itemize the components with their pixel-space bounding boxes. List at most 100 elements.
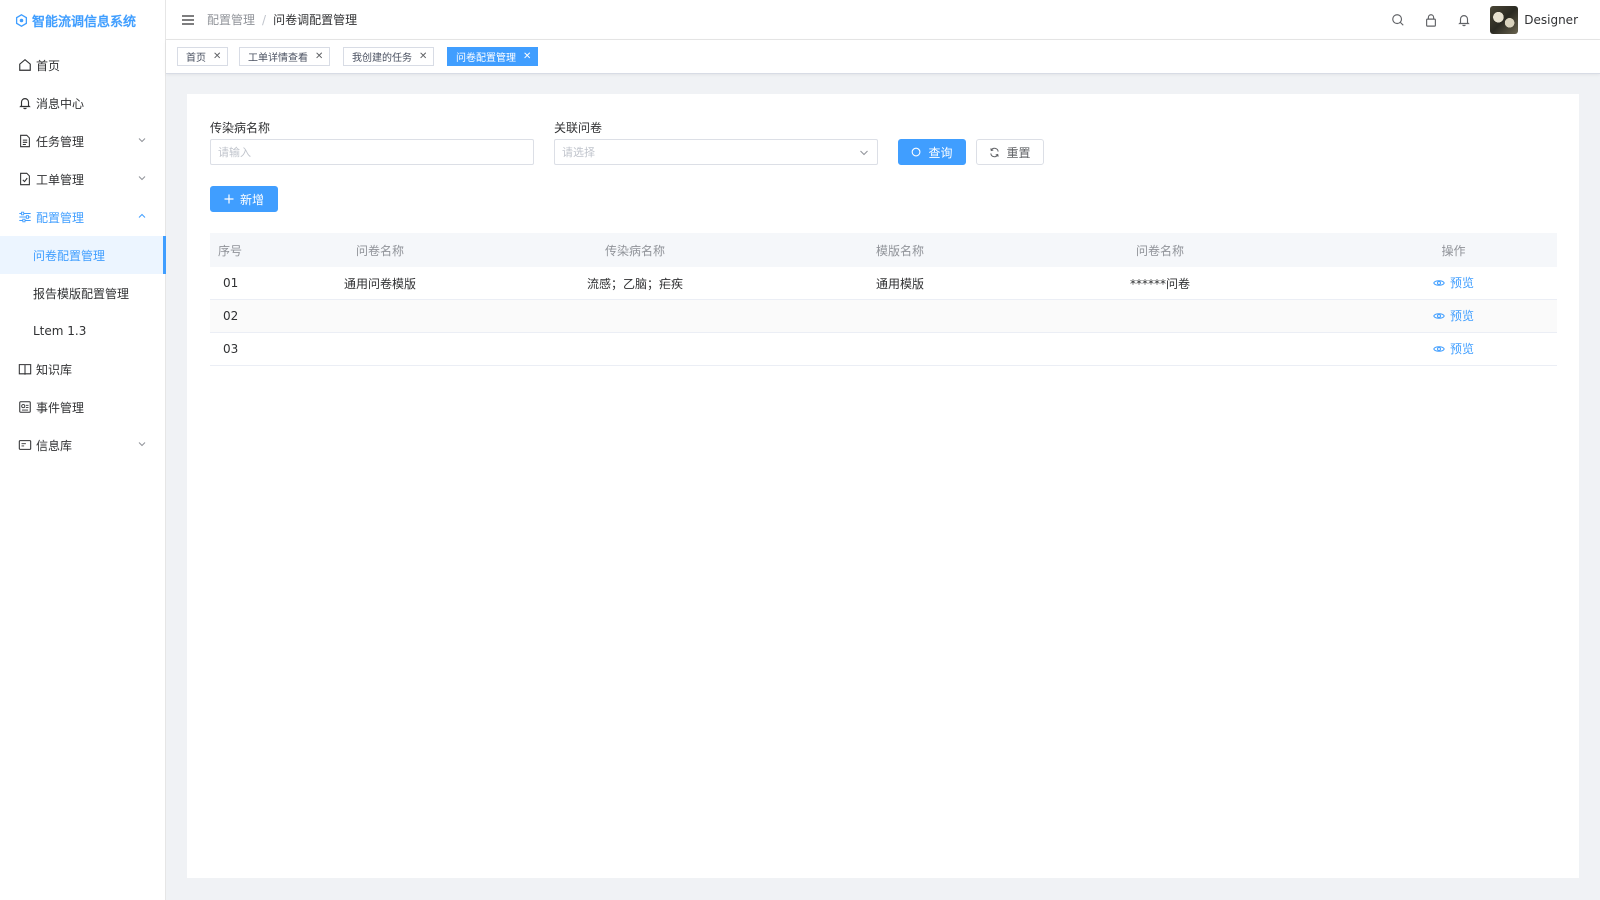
refresh-icon [990,147,1000,157]
column-header-linked-questionnaire: 问卷名称 [1135,243,1184,258]
sidebar-item-label: 配置管理 [36,210,85,225]
questionnaire-placeholder: 请选择 [562,146,595,159]
sidebar-item-infobase[interactable]: 信息库 [0,426,165,464]
preview-label: 预览 [1449,276,1474,291]
tag-home[interactable]: 首页 ✕ [177,47,229,66]
add-button[interactable]: 新增 [210,186,278,212]
preview-label: 预览 [1449,309,1474,324]
book-icon [18,362,32,376]
sidebar-item-home[interactable]: 首页 [0,46,165,84]
search-icon[interactable] [1391,13,1405,27]
top-header: 配置管理 / 问卷调配置管理 Designer [166,0,1600,40]
bell-icon [18,96,32,110]
tag-label: 我创建的任务 [352,53,412,64]
row-linked-questionnaire: ******问卷 [1129,276,1190,291]
sidebar-item-knowledge[interactable]: 知识库 [0,350,165,388]
lock-icon[interactable] [1424,13,1438,27]
sliders-icon [18,210,32,224]
questionnaire-label: 关联问卷 [554,121,603,135]
row-index: 03 [223,342,239,356]
preview-link[interactable]: 预览 [1433,274,1474,291]
sidebar-subitem-label: Ltem 1.3 [33,324,87,338]
questionnaire-table: 序号 问卷名称 传染病名称 模版名称 问卷名称 操作 01 通用问卷模版 流感；… [210,233,1557,366]
chevron-down-icon [138,442,146,447]
tag-questionnaire-config[interactable]: 问卷配置管理 ✕ [447,47,539,66]
table-row: 01 通用问卷模版 流感；乙脑；疟疾 通用模版 ******问卷 预览 [210,267,1557,300]
event-icon [18,400,32,414]
avatar[interactable] [1490,6,1519,34]
reset-button[interactable]: 重置 [976,139,1044,165]
sidebar-subitem-questionnaire-config[interactable]: 问卷配置管理 [0,236,166,274]
plus-icon [224,194,234,204]
close-icon[interactable]: ✕ [523,51,531,62]
sidebar-subitem-item-1-3[interactable]: Ltem 1.3 [0,312,165,350]
sidebar-item-label: 事件管理 [36,400,85,415]
column-header-disease-name: 传染病名称 [604,243,665,258]
row-disease-name: 流感；乙脑；疟疾 [586,276,683,291]
sidebar: 智能流调信息系统 首页 消息中心 任务管理 工单管理 配置管理 问卷配置管理 报… [0,0,166,900]
checked-doc-icon [18,172,32,186]
tag-workorder-detail[interactable]: 工单详情查看 ✕ [239,47,331,66]
reset-button-label: 重置 [1006,145,1031,160]
main-content: 传染病名称 请输入 关联问卷 请选择 查询 重置 新增 序号 问卷名称 传染病名… [187,94,1579,878]
row-template-name: 通用模版 [875,276,924,291]
preview-link[interactable]: 预览 [1433,307,1474,324]
table-header: 序号 问卷名称 传染病名称 模版名称 问卷名称 操作 [210,233,1557,267]
preview-label: 预览 [1449,342,1474,357]
search-button[interactable]: 查询 [898,139,966,165]
table-row: 02 预览 [210,300,1557,333]
chevron-down-icon [860,150,868,156]
sidebar-item-label: 消息中心 [36,96,85,111]
column-header-template-name: 模版名称 [875,243,924,258]
row-questionnaire-name: 通用问卷模版 [343,276,416,291]
sidebar-item-label: 任务管理 [36,134,85,149]
sidebar-menu: 首页 消息中心 任务管理 工单管理 配置管理 问卷配置管理 报告模版配置管理 L… [0,46,166,464]
disease-name-input[interactable]: 请输入 [210,139,534,165]
sidebar-item-workorders[interactable]: 工单管理 [0,160,165,198]
row-index: 02 [223,309,239,323]
chevron-down-icon [138,138,146,143]
sidebar-item-label: 信息库 [36,438,73,453]
breadcrumb-separator: / [262,12,267,27]
breadcrumb: 配置管理 / 问卷调配置管理 [207,11,357,28]
row-actions: 预览 [1350,340,1557,358]
app-logo[interactable]: 智能流调信息系统 [0,0,165,40]
breadcrumb-current: 问卷调配置管理 [273,13,358,27]
column-header-questionnaire-name: 问卷名称 [355,243,404,258]
sidebar-subitem-report-template-config[interactable]: 报告模版配置管理 [0,274,165,312]
search-icon [912,147,921,156]
column-header-index: 序号 [218,243,243,258]
row-actions: 预览 [1350,274,1557,292]
chevron-up-icon [138,213,146,218]
add-button-label: 新增 [239,192,264,207]
user-name[interactable]: Designer [1524,13,1578,27]
sidebar-item-events[interactable]: 事件管理 [0,388,165,426]
eye-icon [1433,313,1445,319]
disease-name-label: 传染病名称 [210,121,271,135]
eye-icon [1433,280,1445,286]
menu-toggle-icon[interactable] [181,13,195,27]
chevron-down-icon [138,176,146,181]
disease-name-placeholder: 请输入 [218,146,251,159]
search-button-label: 查询 [928,145,953,160]
close-icon[interactable]: ✕ [213,51,221,62]
tag-label: 首页 [186,53,206,64]
sidebar-item-config[interactable]: 配置管理 [0,198,165,236]
card-icon [18,438,32,452]
table-row: 03 预览 [210,333,1557,366]
preview-link[interactable]: 预览 [1433,340,1474,357]
sidebar-item-messages[interactable]: 消息中心 [0,84,165,122]
header-actions: Designer [1372,0,1578,40]
close-icon[interactable]: ✕ [419,51,427,62]
sidebar-item-tasks[interactable]: 任务管理 [0,122,165,160]
questionnaire-select[interactable]: 请选择 [554,139,878,165]
eye-icon [1433,346,1445,352]
notification-bell-icon[interactable] [1457,13,1471,27]
sidebar-subitem-label: 问卷配置管理 [33,248,106,263]
sidebar-subitem-label: 报告模版配置管理 [33,286,130,301]
logo-icon [15,13,28,27]
tag-label: 问卷配置管理 [456,53,516,64]
close-icon[interactable]: ✕ [315,51,323,62]
tag-my-tasks[interactable]: 我创建的任务 ✕ [343,47,435,66]
breadcrumb-item[interactable]: 配置管理 [207,11,255,28]
